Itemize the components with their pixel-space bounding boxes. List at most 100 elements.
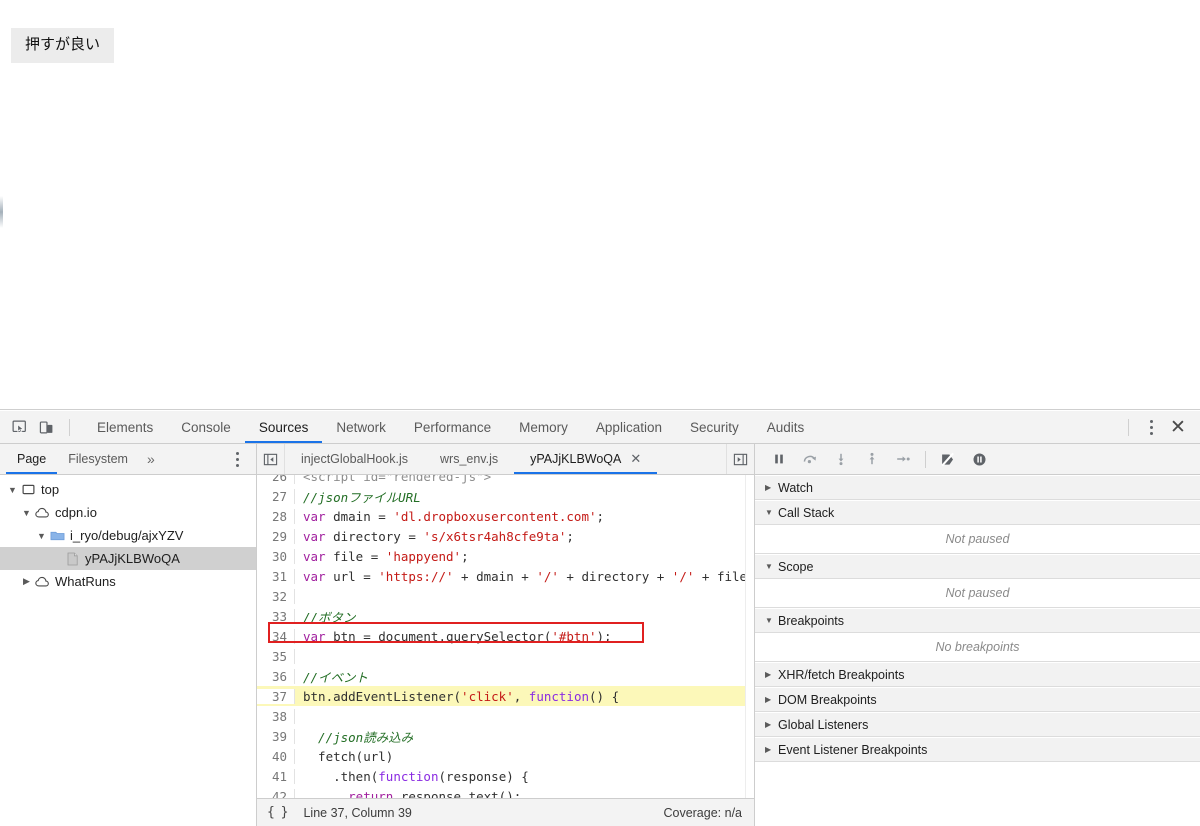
code-line[interactable]: 34 var btn = document.querySelector('#btn… — [257, 626, 754, 646]
section-dom-breakpoints[interactable]: ▶ DOM Breakpoints — [755, 687, 1200, 712]
tree-item-whatruns[interactable]: ▶ WhatRuns — [0, 570, 256, 593]
section-watch[interactable]: ▶ Watch — [755, 475, 1200, 500]
line-number[interactable]: 33 — [257, 608, 295, 624]
section-scope[interactable]: ▼ Scope — [755, 554, 1200, 579]
section-xhr-fetch-breakpoints[interactable]: ▶ XHR/fetch Breakpoints — [755, 662, 1200, 687]
navigator-more-options-icon[interactable] — [224, 447, 250, 471]
section-breakpoints[interactable]: ▼ Breakpoints — [755, 608, 1200, 633]
line-number[interactable]: 32 — [257, 588, 295, 604]
pretty-print-button[interactable]: { } — [267, 805, 289, 820]
step-over-button[interactable] — [794, 446, 825, 472]
line-number[interactable]: 34 — [257, 628, 295, 644]
tree-item-yPAJjKLBWoQA[interactable]: ▶ yPAJjKLBWoQA — [0, 547, 256, 570]
sources-navigator: Page Filesystem » ▼ top ▼ cdpn.io ▼ i_ry… — [0, 444, 257, 826]
line-number[interactable]: 26 — [257, 475, 295, 484]
tabs-scroll-left-button[interactable] — [257, 444, 285, 474]
code-token: <script id="rendered-js"> — [303, 475, 492, 484]
code-line[interactable]: 28 var dmain = 'dl.dropboxusercontent.com… — [257, 506, 754, 526]
code-token: + dmain + — [453, 568, 537, 584]
step-button[interactable] — [887, 446, 918, 472]
section-event-listener-breakpoints[interactable]: ▶ Event Listener Breakpoints — [755, 737, 1200, 762]
code-lines-container: 26 <script id="rendered-js"> 27 //jsonファイルU… — [257, 475, 754, 798]
line-number[interactable]: 27 — [257, 488, 295, 504]
line-number[interactable]: 42 — [257, 788, 295, 798]
nav-tab-page[interactable]: Page — [6, 444, 58, 474]
section-call-stack[interactable]: ▼ Call Stack — [755, 500, 1200, 525]
tab-sources[interactable]: Sources — [244, 411, 323, 443]
tab-performance[interactable]: Performance — [400, 411, 505, 443]
code-line[interactable]: 41 .then(function(response) { — [257, 766, 754, 786]
code-line[interactable]: 37 btn.addEventListener('click', function… — [257, 686, 754, 706]
section-title: DOM Breakpoints — [778, 692, 877, 707]
demo-page-button[interactable]: 押すが良い — [11, 28, 115, 63]
code-line[interactable]: 39 //json読み込み — [257, 726, 754, 746]
tab-security[interactable]: Security — [676, 411, 753, 443]
tabs-scroll-right-button[interactable] — [726, 444, 754, 474]
line-number[interactable]: 40 — [257, 748, 295, 764]
code-line[interactable]: 38 — [257, 706, 754, 726]
file-tab-yPAJjKLBWoQA[interactable]: yPAJjKLBWoQA ✕ — [514, 444, 658, 474]
code-line[interactable]: 26 <script id="rendered-js"> — [257, 475, 754, 486]
line-number[interactable]: 35 — [257, 648, 295, 664]
file-tab-injectGlobalHook[interactable]: injectGlobalHook.js — [285, 444, 424, 474]
chevron-down-icon[interactable]: ▼ — [35, 531, 48, 541]
editor-vertical-scrollbar[interactable] — [745, 475, 754, 798]
step-out-button[interactable] — [856, 446, 887, 472]
tree-item-top[interactable]: ▼ top — [0, 478, 256, 501]
device-toolbar-icon[interactable] — [33, 415, 60, 440]
line-number[interactable]: 28 — [257, 508, 295, 524]
pause-on-exceptions-button[interactable] — [964, 446, 995, 472]
line-number[interactable]: 37 — [257, 688, 295, 704]
line-number[interactable]: 36 — [257, 668, 295, 684]
deactivate-breakpoints-button[interactable] — [933, 446, 964, 472]
code-token: //ボタン — [303, 609, 356, 625]
line-number[interactable]: 39 — [257, 728, 295, 744]
tab-application[interactable]: Application — [582, 411, 676, 443]
line-number[interactable]: 38 — [257, 708, 295, 724]
more-options-icon[interactable] — [1138, 415, 1164, 439]
code-line[interactable]: 31 var url = 'https://' + dmain + '/' + d… — [257, 566, 754, 586]
toolbar-divider-right — [1128, 418, 1129, 436]
tree-item-folder[interactable]: ▼ i_ryo/debug/ajxYZV — [0, 524, 256, 547]
code-line[interactable]: 42 return response.text(); — [257, 786, 754, 798]
code-line[interactable]: 40 fetch(url) — [257, 746, 754, 766]
tab-audits[interactable]: Audits — [753, 411, 819, 443]
tree-item-cdpn-io[interactable]: ▼ cdpn.io — [0, 501, 256, 524]
code-line[interactable]: 27 //jsonファイルURL — [257, 486, 754, 506]
tab-network[interactable]: Network — [322, 411, 400, 443]
inspect-element-icon[interactable] — [6, 415, 33, 440]
line-number[interactable]: 29 — [257, 528, 295, 544]
step-into-button[interactable] — [825, 446, 856, 472]
call-stack-empty-message: Not paused — [755, 525, 1200, 554]
code-line[interactable]: 30 var file = 'happyend'; — [257, 546, 754, 566]
code-line[interactable]: 33 //ボタン — [257, 606, 754, 626]
line-number[interactable]: 41 — [257, 768, 295, 784]
code-line[interactable]: 35 — [257, 646, 754, 666]
chevron-down-icon[interactable]: ▼ — [6, 485, 19, 495]
tab-memory[interactable]: Memory — [505, 411, 582, 443]
file-tab-label: wrs_env.js — [440, 452, 499, 466]
file-tab-wrs-env[interactable]: wrs_env.js — [424, 444, 514, 474]
page-scrollbar[interactable] — [0, 196, 3, 228]
line-number[interactable]: 30 — [257, 548, 295, 564]
resume-pause-button[interactable] — [763, 446, 794, 472]
code-line-text: var dmain = 'dl.dropboxusercontent.com'; — [295, 509, 604, 524]
code-line-text: return response.text(); — [295, 789, 521, 799]
close-icon[interactable]: ✕ — [1164, 415, 1192, 439]
debugger-controls-toolbar — [755, 444, 1200, 475]
code-token: dmain = — [325, 508, 394, 524]
code-line[interactable]: 29 var directory = 's/x6tsr4ah8cfe9ta'; — [257, 526, 754, 546]
line-number[interactable]: 31 — [257, 568, 295, 584]
code-token: 'happyend' — [385, 548, 462, 564]
more-tabs-icon[interactable]: » — [139, 444, 163, 474]
nav-tab-filesystem[interactable]: Filesystem — [57, 444, 139, 474]
tab-elements[interactable]: Elements — [83, 411, 167, 443]
section-global-listeners[interactable]: ▶ Global Listeners — [755, 712, 1200, 737]
chevron-down-icon[interactable]: ▼ — [20, 508, 33, 518]
code-editor[interactable]: 26 <script id="rendered-js"> 27 //jsonファイルU… — [257, 475, 754, 798]
tab-close-icon[interactable]: ✕ — [630, 453, 641, 466]
tab-console[interactable]: Console — [167, 411, 245, 443]
code-line[interactable]: 36 //イベント — [257, 666, 754, 686]
code-line[interactable]: 32 — [257, 586, 754, 606]
chevron-right-icon[interactable]: ▶ — [20, 576, 33, 587]
